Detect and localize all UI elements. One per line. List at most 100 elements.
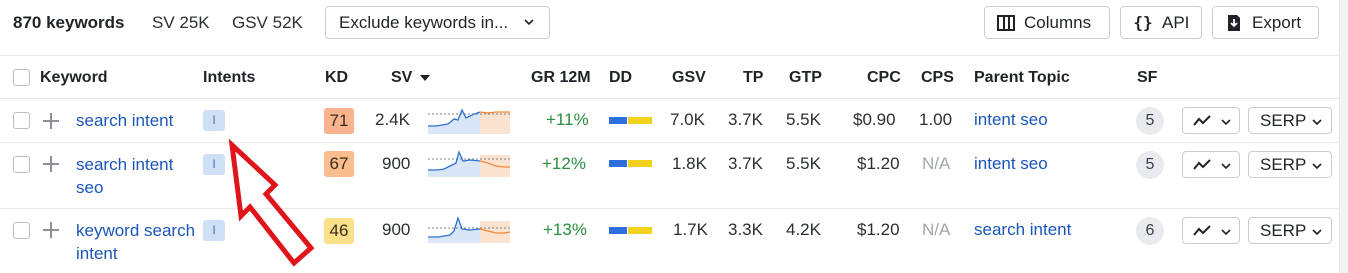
- exclude-keywords-label: Exclude keywords in...: [339, 12, 509, 32]
- intent-badge: I: [203, 154, 225, 175]
- gr12m-value: +11%: [546, 110, 589, 129]
- dd-bar: [609, 227, 652, 234]
- col-kd[interactable]: KD: [325, 69, 348, 87]
- cpc-value: $1.20: [857, 154, 900, 173]
- chevron-down-icon: [1312, 119, 1322, 126]
- table-row: keyword search intent I 46 900 +13% 1.7K…: [0, 209, 1339, 273]
- columns-button[interactable]: Columns: [984, 6, 1110, 39]
- col-tp[interactable]: TP: [743, 69, 763, 87]
- col-parent-topic[interactable]: Parent Topic: [974, 69, 1070, 87]
- chevron-down-icon: [524, 19, 534, 26]
- columns-icon: [997, 14, 1015, 32]
- col-keyword[interactable]: Keyword: [40, 69, 108, 87]
- intent-badge: I: [203, 110, 225, 131]
- api-button[interactable]: {} API: [1120, 6, 1202, 39]
- serp-label: SERP: [1260, 155, 1307, 174]
- keyword-link[interactable]: search intent: [76, 109, 196, 132]
- exclude-keywords-dropdown[interactable]: Exclude keywords in...: [325, 6, 550, 39]
- col-cpc[interactable]: CPC: [867, 69, 901, 87]
- parent-topic-link[interactable]: intent seo: [974, 154, 1048, 174]
- cps-value: N/A: [922, 154, 951, 173]
- sv-value: 900: [382, 154, 411, 173]
- col-gsv[interactable]: GSV: [672, 69, 706, 87]
- sv-total: SV 25K: [152, 13, 210, 32]
- api-braces-icon: {}: [1133, 13, 1153, 32]
- trend-dropdown-button[interactable]: [1182, 107, 1240, 134]
- intent-badge: I: [203, 220, 225, 241]
- serp-dropdown-button[interactable]: SERP: [1248, 151, 1332, 178]
- plus-icon[interactable]: [42, 155, 60, 173]
- gsv-value: 1.7K: [673, 220, 708, 239]
- dd-bar: [609, 117, 652, 124]
- table-header: Keyword Intents KD SV GR 12M DD GSV TP G…: [0, 56, 1339, 99]
- tp-value: 3.7K: [728, 154, 763, 173]
- table-row: search intent seo I 67 900 +12% 1.8K 3.7…: [0, 143, 1339, 209]
- serp-dropdown-button[interactable]: SERP: [1248, 107, 1332, 134]
- row-checkbox[interactable]: [13, 222, 30, 239]
- plus-icon[interactable]: [42, 112, 60, 130]
- plus-icon[interactable]: [42, 221, 60, 239]
- gsv-value: 1.8K: [672, 154, 707, 173]
- trend-icon: [1193, 115, 1211, 126]
- col-dd[interactable]: DD: [609, 69, 632, 87]
- parent-topic-link[interactable]: search intent: [974, 220, 1071, 240]
- sf-badge[interactable]: 5: [1136, 151, 1164, 179]
- kd-badge: 46: [324, 218, 354, 244]
- sv-value: 2.4K: [375, 110, 410, 129]
- kd-badge: 67: [324, 151, 354, 177]
- export-icon: [1225, 14, 1243, 32]
- chevron-down-icon: [1312, 163, 1322, 170]
- chevron-down-icon: [1312, 229, 1322, 236]
- trend-icon: [1193, 159, 1211, 170]
- tp-value: 3.3K: [728, 220, 763, 239]
- kd-badge: 71: [324, 108, 354, 134]
- serp-dropdown-button[interactable]: SERP: [1248, 217, 1332, 244]
- keyword-link[interactable]: keyword search intent: [76, 219, 196, 265]
- chevron-down-icon: [1221, 229, 1231, 236]
- keywords-table-panel: 870 keywords SV 25K GSV 52K Exclude keyw…: [0, 0, 1339, 273]
- select-all-checkbox[interactable]: [13, 69, 30, 86]
- col-gr12m[interactable]: GR 12M: [531, 69, 591, 87]
- export-label: Export: [1252, 12, 1302, 32]
- trend-dropdown-button[interactable]: [1182, 151, 1240, 178]
- keyword-link[interactable]: search intent seo: [76, 153, 196, 199]
- col-cps[interactable]: CPS: [921, 69, 954, 87]
- sf-badge[interactable]: 6: [1136, 217, 1164, 245]
- sv-value: 900: [382, 220, 411, 239]
- gsv-total: GSV 52K: [232, 13, 303, 32]
- serp-label: SERP: [1260, 111, 1307, 130]
- sv-trend-sparkline: [428, 215, 510, 243]
- keyword-count: 870 keywords: [13, 13, 125, 32]
- trend-icon: [1193, 225, 1211, 236]
- serp-label: SERP: [1260, 221, 1307, 240]
- parent-topic-link[interactable]: intent seo: [974, 110, 1048, 130]
- gr12m-value: +13%: [543, 220, 587, 239]
- columns-label: Columns: [1024, 12, 1092, 32]
- gtp-value: 5.5K: [786, 154, 821, 173]
- col-sf[interactable]: SF: [1137, 69, 1157, 87]
- table-row: search intent I 71 2.4K +11% 7.0K 3.7K 5…: [0, 99, 1339, 143]
- gr12m-value: +12%: [542, 154, 586, 173]
- gsv-value: 7.0K: [670, 110, 705, 129]
- sort-desc-icon: [419, 75, 430, 81]
- vertical-scrollbar[interactable]: [1339, 0, 1348, 273]
- sv-trend-sparkline: [428, 150, 510, 177]
- cps-value: N/A: [922, 220, 951, 239]
- dd-bar: [609, 160, 652, 167]
- col-gtp[interactable]: GTP: [789, 69, 822, 87]
- cps-value: 1.00: [919, 110, 953, 129]
- export-button[interactable]: Export: [1212, 6, 1319, 39]
- sf-badge[interactable]: 5: [1136, 107, 1164, 135]
- row-checkbox[interactable]: [13, 156, 30, 173]
- col-sv[interactable]: SV: [391, 69, 430, 87]
- chevron-down-icon: [1221, 119, 1231, 126]
- gtp-value: 4.2K: [786, 220, 821, 239]
- sv-trend-sparkline: [428, 108, 510, 134]
- col-sv-label: SV: [391, 69, 413, 86]
- tp-value: 3.7K: [728, 110, 763, 129]
- col-intents[interactable]: Intents: [203, 69, 255, 87]
- cpc-value: $1.20: [857, 220, 900, 239]
- trend-dropdown-button[interactable]: [1182, 217, 1240, 244]
- cpc-value: $0.90: [853, 110, 896, 129]
- row-checkbox[interactable]: [13, 112, 30, 129]
